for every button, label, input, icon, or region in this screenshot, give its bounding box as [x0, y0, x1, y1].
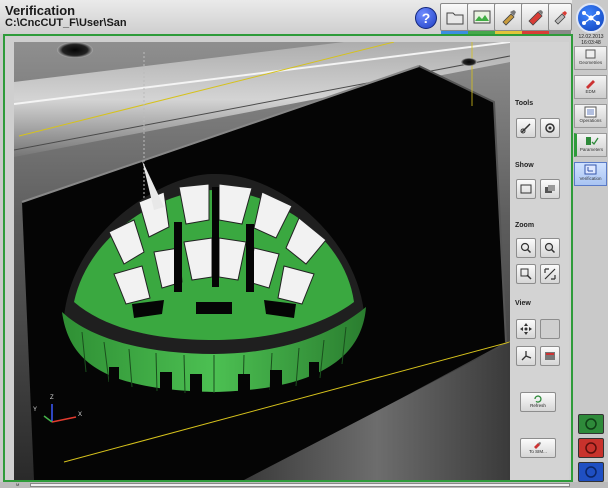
zoom-in-button[interactable] — [540, 238, 560, 258]
measure-icon — [520, 123, 531, 134]
3d-scene — [14, 42, 510, 480]
nav-verification[interactable]: Verification — [574, 162, 607, 186]
blank-view-button[interactable] — [540, 319, 560, 339]
refresh-label: Refresh — [530, 403, 546, 408]
geometry-image-icon — [473, 10, 491, 24]
export-button[interactable] — [548, 3, 572, 34]
nav-verification-label: Verification — [579, 176, 602, 181]
nav-parameters-label: Parameters — [579, 147, 604, 152]
folder-icon — [446, 12, 464, 25]
zoom-in-icon — [544, 242, 556, 254]
axis-label-x: X — [78, 412, 83, 418]
measure-tool-button[interactable] — [516, 118, 536, 138]
export-tool-icon — [554, 11, 567, 25]
window-title: Verification — [5, 3, 76, 18]
zoom-fit-icon — [544, 268, 556, 280]
axis-label-z: Z — [50, 395, 54, 401]
nav-operations-label: Operations — [579, 118, 602, 123]
refresh-icon — [534, 395, 542, 403]
render-view-button[interactable] — [540, 346, 560, 366]
app-logo[interactable] — [576, 3, 606, 33]
confirm-button[interactable] — [578, 414, 604, 434]
to-sim-button[interactable]: To SIM... — [520, 438, 556, 458]
machining-button[interactable] — [521, 3, 551, 34]
date-time: 12.02.2013 16:03:48 — [574, 34, 608, 46]
frame-icon — [520, 184, 532, 194]
info-button[interactable] — [578, 462, 604, 482]
nav-geometries[interactable]: Geometries — [574, 46, 607, 70]
zoom-out-button[interactable] — [516, 264, 536, 284]
verification-icon — [584, 164, 597, 175]
help-button[interactable]: ? — [415, 7, 437, 29]
open-folder-button[interactable] — [440, 3, 470, 34]
technology-tool-icon — [502, 10, 516, 26]
view-label: View — [515, 300, 531, 307]
nav-edm-label: EDM — [585, 89, 596, 94]
network-logo-icon — [582, 11, 600, 25]
status-message-field — [30, 483, 570, 487]
rotate-view-button[interactable] — [516, 346, 536, 366]
show-solid-button[interactable] — [540, 179, 560, 199]
zoom-label: Zoom — [515, 222, 535, 229]
edm-icon — [586, 80, 595, 89]
nav-edm[interactable]: EDM — [574, 75, 607, 99]
red-cancel-icon — [585, 442, 597, 454]
status-label: M — [16, 482, 20, 487]
layers-icon — [545, 185, 555, 193]
zoom-window-button[interactable] — [516, 238, 536, 258]
axis-label-y: Y — [33, 407, 38, 413]
nav-operations[interactable]: Operations — [574, 104, 607, 128]
green-gear-icon — [585, 418, 597, 430]
simulation-icon — [534, 442, 541, 449]
file-path: C:\CncCUT_F\User\San — [5, 17, 127, 29]
verification-3d-view[interactable]: Y Z X — [14, 42, 510, 480]
operations-icon — [584, 106, 597, 118]
blue-circle-icon — [585, 466, 597, 478]
technology-button[interactable] — [494, 3, 524, 34]
pan-view-button[interactable] — [516, 319, 536, 339]
gear-icon — [545, 123, 555, 133]
settings-tool-button[interactable] — [540, 118, 560, 138]
status-bar: M — [0, 482, 608, 488]
rotate-axes-icon — [521, 351, 532, 361]
zoom-fit-button[interactable] — [540, 264, 560, 284]
show-frame-button[interactable] — [516, 179, 536, 199]
zoom-window-icon — [520, 242, 532, 254]
parameters-icon — [586, 137, 599, 146]
tools-label: Tools — [515, 100, 534, 107]
render-icon — [545, 352, 555, 360]
nav-geometries-label: Geometries — [578, 60, 603, 65]
pan-arrows-icon — [520, 323, 532, 335]
geometries-icon — [585, 49, 596, 59]
title-bar: Verification C:\CncCUT_F\User\San ? — [0, 0, 572, 34]
show-label: Show — [515, 162, 534, 169]
refresh-button[interactable]: Refresh — [520, 392, 556, 412]
zoom-out-icon — [520, 268, 532, 280]
to-sim-label: To SIM... — [529, 449, 547, 454]
geometry-button[interactable] — [467, 3, 497, 34]
tool-panel: Tools Show Zoom View Refresh To SIM... — [510, 42, 569, 480]
machining-tool-icon — [528, 10, 543, 26]
nav-parameters[interactable]: Parameters — [574, 133, 607, 157]
cancel-button[interactable] — [578, 438, 604, 458]
